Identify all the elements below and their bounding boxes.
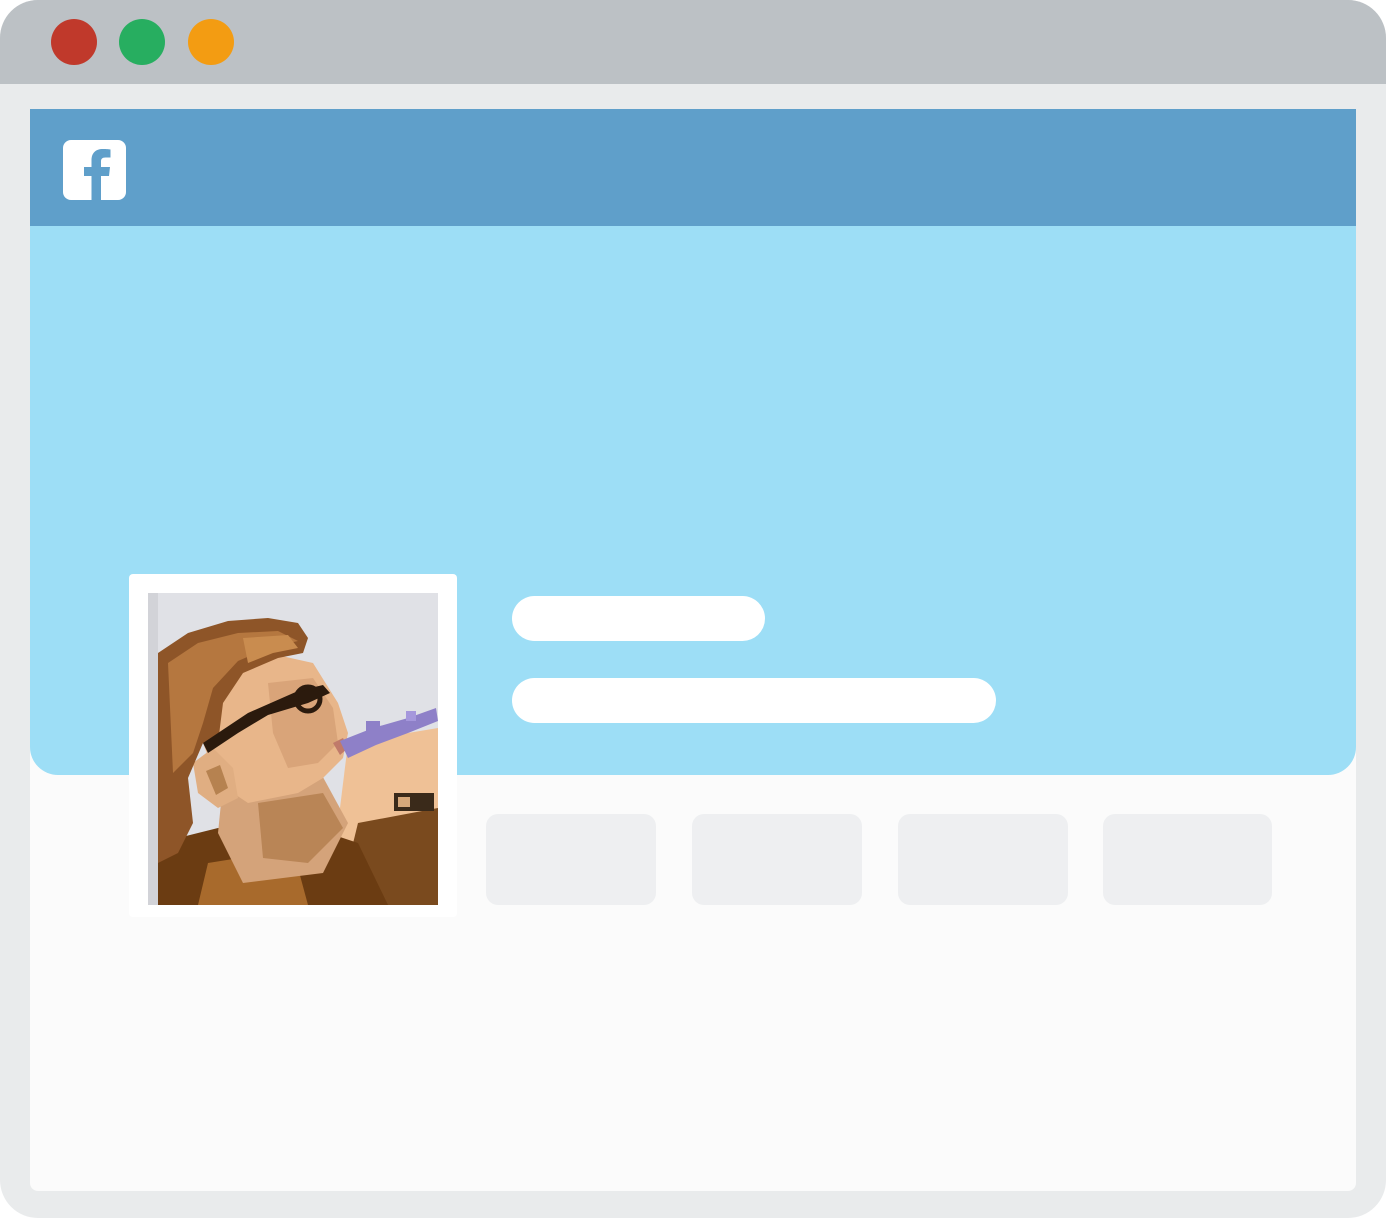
facebook-logo-icon[interactable] — [63, 140, 126, 200]
profile-photo-illustration — [148, 593, 438, 905]
profile-tab-1[interactable] — [486, 814, 656, 905]
profile-tab-3[interactable] — [898, 814, 1068, 905]
profile-subtitle-placeholder — [512, 678, 996, 723]
window-titlebar — [0, 0, 1386, 84]
maximize-window-button[interactable] — [119, 19, 165, 65]
page-viewport — [30, 109, 1356, 1191]
profile-photo[interactable] — [148, 593, 438, 905]
profile-tab-2[interactable] — [692, 814, 862, 905]
profile-tab-4[interactable] — [1103, 814, 1272, 905]
profile-picture-frame[interactable] — [129, 574, 457, 917]
profile-name-placeholder — [512, 596, 765, 641]
minimize-window-button[interactable] — [188, 19, 234, 65]
browser-window — [0, 0, 1386, 1218]
top-navbar — [30, 109, 1356, 226]
close-window-button[interactable] — [51, 19, 97, 65]
